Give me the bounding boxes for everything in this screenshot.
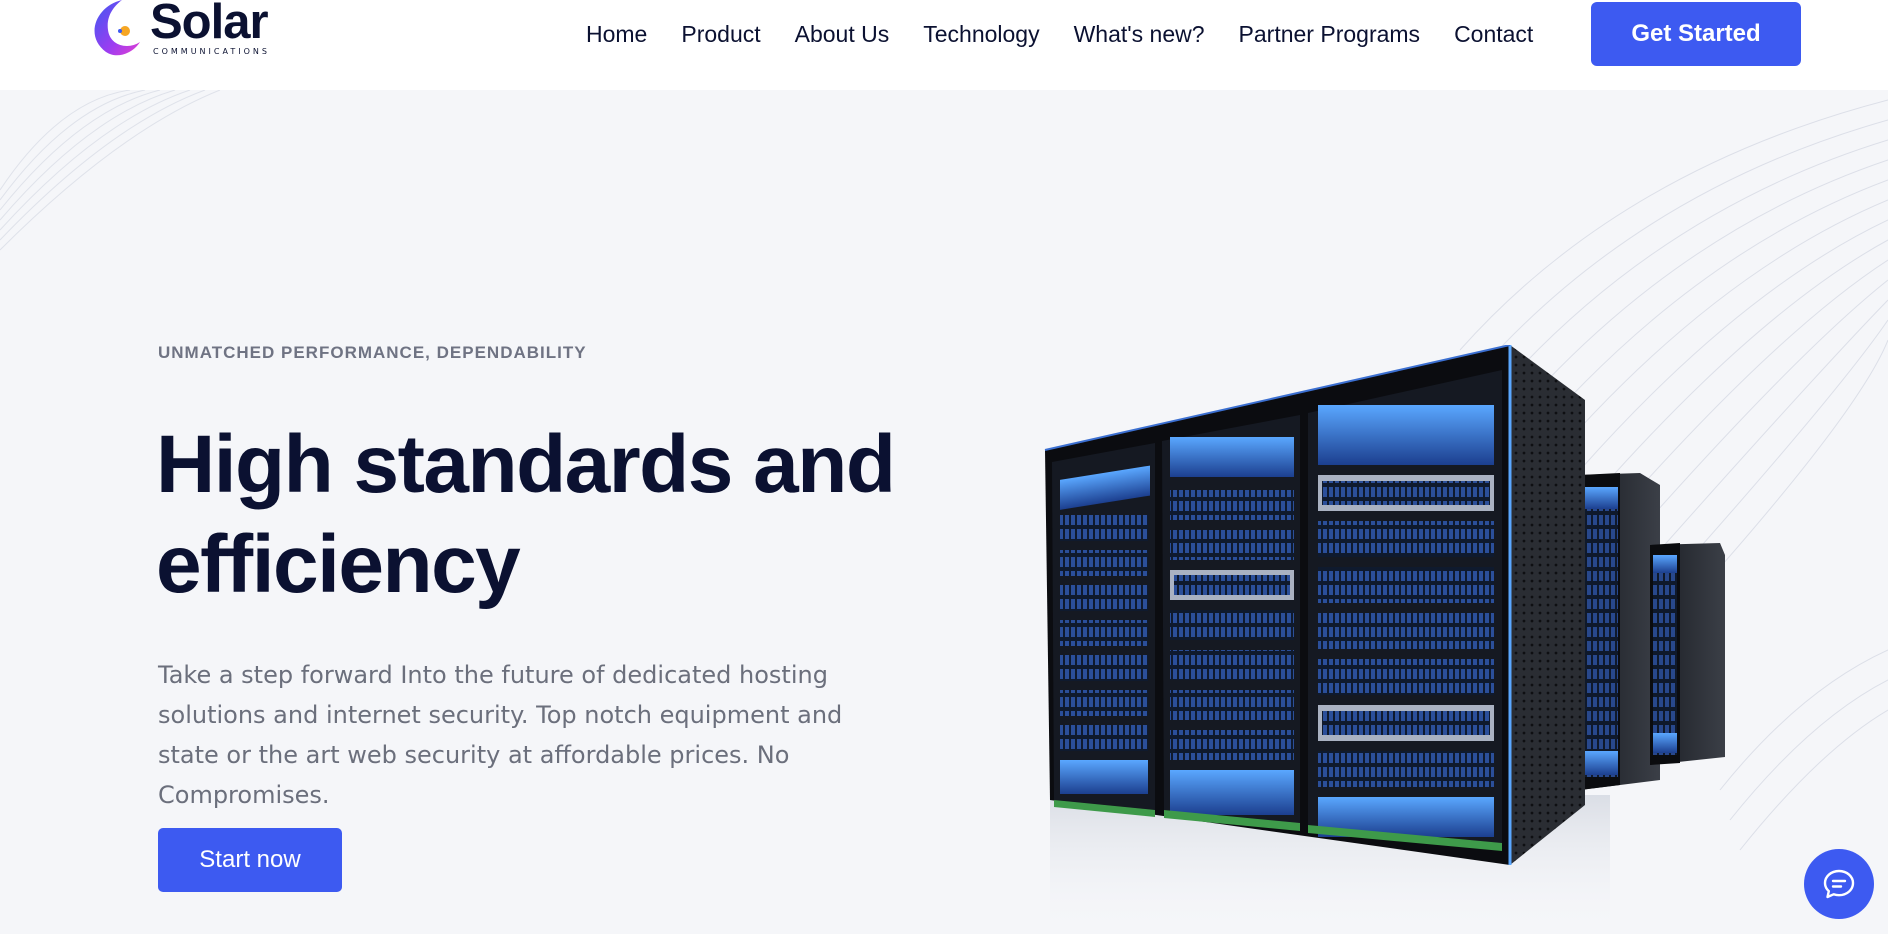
chat-bubble-icon [1823, 869, 1855, 899]
main-nav: Home Product About Us Technology What's … [586, 17, 1533, 51]
nav-about-us[interactable]: About Us [795, 21, 890, 48]
nav-technology[interactable]: Technology [923, 21, 1039, 48]
brand-name: Solar [150, 0, 269, 49]
hero-headline-line1: High standards and [156, 419, 896, 510]
site-header: Solar COMMUNICATIONS Home Product About … [0, 0, 1888, 90]
nav-contact[interactable]: Contact [1454, 21, 1533, 48]
hero-eyebrow: UNMATCHED PERFORMANCE, DEPENDABILITY [158, 343, 587, 362]
start-now-button[interactable]: Start now [158, 828, 342, 892]
brand-logo[interactable]: Solar COMMUNICATIONS [84, 0, 304, 60]
nav-home[interactable]: Home [586, 21, 647, 48]
solar-logo-icon [94, 0, 140, 56]
server-racks-image [1044, 345, 1725, 934]
hero-headline-line2: efficiency [156, 519, 521, 610]
chat-button[interactable] [1804, 849, 1874, 919]
nav-whats-new[interactable]: What's new? [1074, 21, 1205, 48]
get-started-button[interactable]: Get Started [1591, 2, 1801, 66]
nav-product[interactable]: Product [681, 21, 760, 48]
brand-tagline: COMMUNICATIONS [153, 47, 270, 56]
nav-partner-programs[interactable]: Partner Programs [1239, 21, 1421, 48]
hero-headline: High standards and efficiency [156, 415, 936, 615]
hero-description: Take a step forward Into the future of d… [158, 661, 843, 809]
